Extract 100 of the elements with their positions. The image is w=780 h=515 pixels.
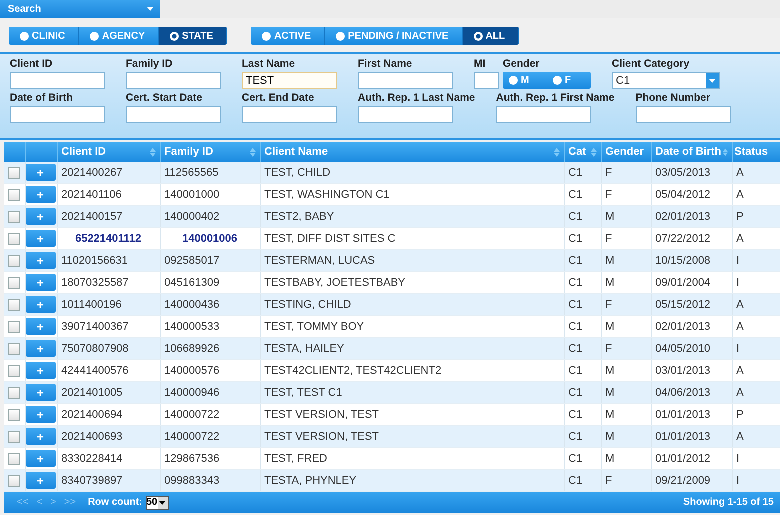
column-header[interactable]: Status [732, 142, 780, 162]
expand-button[interactable]: + [26, 252, 56, 269]
caret-icon [709, 78, 716, 82]
column-header[interactable]: Date of Birth [651, 142, 732, 162]
table-cell: A [732, 184, 780, 206]
toggle-option[interactable]: STATE [159, 27, 228, 45]
input-field[interactable] [126, 106, 221, 123]
field-label: Cert. End Date [242, 92, 316, 105]
field-label: Phone Number [636, 92, 712, 105]
table-cell: C1 [564, 426, 601, 448]
expand-button[interactable]: + [26, 428, 56, 445]
table-cell: 140001006 [160, 228, 260, 250]
caret-icon [159, 500, 166, 504]
row-checkbox[interactable] [8, 408, 20, 421]
input-field[interactable] [474, 72, 499, 89]
table-cell: C1 [564, 272, 601, 294]
caret-icon [147, 7, 154, 11]
row-checkbox[interactable] [8, 166, 20, 179]
column-header[interactable]: Cat [564, 142, 601, 162]
table-cell: M [601, 382, 651, 404]
column-header[interactable]: Client Name [260, 142, 564, 162]
table-cell: I [732, 470, 780, 492]
expand-button[interactable]: + [26, 406, 56, 423]
table-cell: C1 [564, 470, 601, 492]
table-cell: 106689926 [160, 338, 260, 360]
row-count-select[interactable]: 50 [146, 496, 169, 510]
row-checkbox[interactable] [8, 320, 20, 333]
row-checkbox[interactable] [8, 474, 20, 487]
table-cell: TEST, DIFF DIST SITES C [260, 228, 564, 250]
expand-button[interactable]: + [26, 362, 56, 379]
radio-option[interactable]: M [503, 72, 547, 89]
row-checkbox[interactable] [8, 210, 20, 223]
input-field[interactable] [636, 106, 731, 123]
expand-button[interactable]: + [26, 208, 56, 225]
expand-button[interactable]: + [26, 186, 56, 203]
expand-button[interactable]: + [26, 164, 56, 181]
field-label: Last Name [242, 58, 296, 71]
table-cell: 09/21/2009 [651, 470, 732, 492]
input-field[interactable] [126, 72, 221, 89]
table-cell: 01/01/2012 [651, 448, 732, 470]
row-checkbox[interactable] [8, 386, 20, 399]
row-checkbox[interactable] [8, 430, 20, 443]
expand-button[interactable]: + [26, 296, 56, 313]
table-cell: C1 [564, 206, 601, 228]
expand-button[interactable]: + [26, 230, 56, 247]
field-label: Client Category [612, 58, 691, 71]
input-field[interactable] [10, 72, 105, 89]
column-header[interactable]: Family ID [160, 142, 260, 162]
table-cell: 092585017 [160, 250, 260, 272]
table-cell: M [601, 360, 651, 382]
table-cell: 07/22/2012 [651, 228, 732, 250]
sort-icon [250, 148, 256, 156]
expand-button[interactable]: + [26, 472, 56, 489]
search-menu[interactable]: Search [0, 0, 160, 18]
expand-button[interactable]: + [26, 318, 56, 335]
row-count-label: Row count: [88, 497, 142, 508]
input-field[interactable] [242, 106, 337, 123]
row-checkbox[interactable] [8, 298, 20, 311]
toggle-option[interactable]: PENDING / INACTIVE [325, 27, 463, 45]
column-header[interactable]: Gender [601, 142, 651, 162]
input-field[interactable] [496, 106, 592, 123]
row-checkbox[interactable] [8, 276, 20, 289]
expand-button[interactable]: + [26, 274, 56, 291]
table-cell: 01/01/2013 [651, 426, 732, 448]
table-cell: 140000436 [160, 294, 260, 316]
column-header[interactable]: Client ID [57, 142, 160, 162]
toggle-option[interactable]: CLINIC [9, 27, 80, 45]
input-field[interactable] [358, 106, 453, 123]
table-cell: 112565565 [160, 162, 260, 184]
row-checkbox[interactable] [8, 342, 20, 355]
table-cell: 11020156631 [57, 250, 160, 272]
input-field[interactable] [10, 106, 105, 123]
table-cell: 045161309 [160, 272, 260, 294]
input-field[interactable]: TEST [242, 72, 337, 89]
table-cell: M [601, 426, 651, 448]
field-label: Auth. Rep. 1 Last Name [358, 92, 476, 105]
toggle-option[interactable]: AGENCY [79, 27, 160, 45]
table-cell: TEST, TOMMY BOY [260, 316, 564, 338]
table-cell: C1 [564, 294, 601, 316]
row-checkbox[interactable] [8, 254, 20, 267]
row-checkbox[interactable] [8, 232, 20, 245]
expand-button[interactable]: + [26, 340, 56, 357]
toggle-option[interactable]: ACTIVE [251, 27, 326, 45]
sort-icon [554, 148, 560, 156]
category-select[interactable]: C1 [612, 72, 720, 89]
toggle-option[interactable]: ALL [462, 27, 520, 45]
input-field[interactable] [358, 72, 453, 89]
table-cell: M [601, 250, 651, 272]
table-cell: TESTING, CHILD [260, 294, 564, 316]
table-cell: I [732, 250, 780, 272]
table-cell: 05/04/2012 [651, 184, 732, 206]
row-checkbox[interactable] [8, 452, 20, 465]
table-cell: 05/15/2012 [651, 294, 732, 316]
expand-button[interactable]: + [26, 384, 56, 401]
radio-option[interactable]: F [547, 72, 591, 89]
table-cell: TEST, FRED [260, 448, 564, 470]
row-checkbox[interactable] [8, 364, 20, 377]
row-checkbox[interactable] [8, 188, 20, 201]
table-cell: C1 [564, 316, 601, 338]
expand-button[interactable]: + [26, 450, 56, 467]
